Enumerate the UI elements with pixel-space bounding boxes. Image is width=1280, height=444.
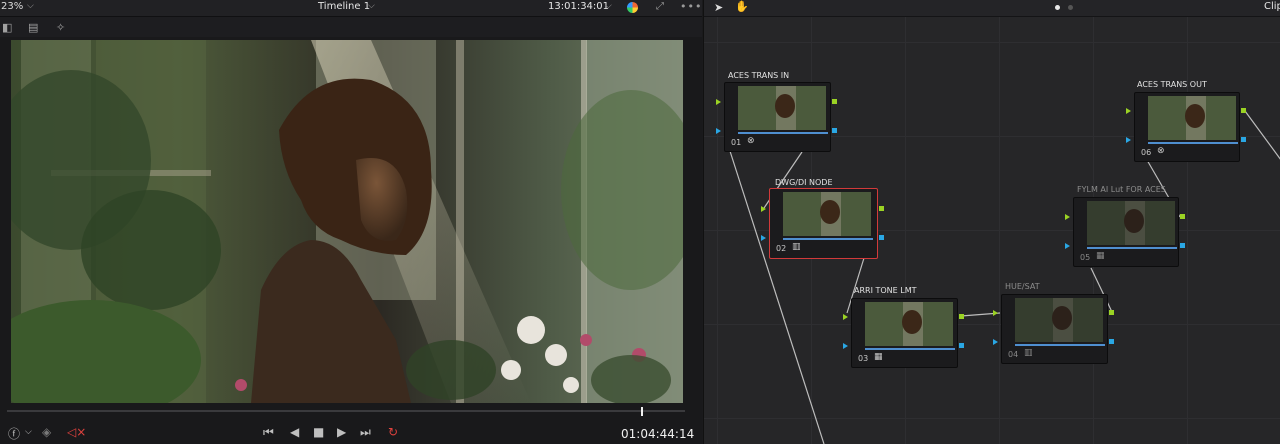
node-editor-panel[interactable]: ➤ ✋ Clip ACES TRANS IN 01 ⊗ DWG/DI NODE … bbox=[703, 0, 1280, 444]
aces-icon: ⊗ bbox=[747, 136, 755, 146]
alpha-input-port[interactable] bbox=[843, 343, 848, 349]
grid-view-icon[interactable]: ▤ bbox=[28, 21, 38, 34]
lut-icon: ▦ bbox=[874, 352, 883, 362]
rgb-input-port[interactable] bbox=[761, 206, 766, 212]
split-screen-icon[interactable]: ◧ bbox=[2, 21, 12, 34]
alpha-output-port[interactable] bbox=[1109, 339, 1114, 344]
alpha-output-port[interactable] bbox=[879, 235, 884, 240]
alpha-output-port[interactable] bbox=[832, 128, 837, 133]
rgb-output-port[interactable] bbox=[1241, 108, 1246, 113]
aces-icon: ⊗ bbox=[1157, 146, 1165, 156]
node-04[interactable]: 04 ▥ bbox=[1001, 294, 1108, 364]
alpha-input-port[interactable] bbox=[1065, 243, 1070, 249]
alpha-input-port[interactable] bbox=[761, 235, 766, 241]
node-03[interactable]: 03 ▦ bbox=[851, 298, 958, 368]
rgb-output-port[interactable] bbox=[832, 99, 837, 104]
mute-icon[interactable]: ◁× bbox=[67, 425, 86, 439]
alpha-output-port[interactable] bbox=[1180, 243, 1185, 248]
magic-wand-icon[interactable]: ✧ bbox=[56, 21, 65, 34]
play-icon[interactable]: ▶ bbox=[337, 425, 346, 439]
timeline-name-dropdown[interactable]: Timeline 1 bbox=[318, 1, 370, 12]
layers-icon[interactable]: ◈ bbox=[42, 425, 51, 439]
loop-icon[interactable]: ↻ bbox=[388, 425, 398, 439]
node-thumbnail bbox=[865, 302, 953, 346]
node-label: ARRI TONE LMT bbox=[854, 286, 917, 295]
node-number: 02 bbox=[776, 244, 787, 253]
source-timecode[interactable]: 13:01:34:01 bbox=[548, 1, 609, 12]
node-label: HUE/SAT bbox=[1005, 282, 1040, 291]
node-05[interactable]: 05 ▦ bbox=[1073, 197, 1179, 267]
node-number: 05 bbox=[1080, 253, 1091, 262]
playhead-timecode[interactable]: 01:04:44:14 bbox=[621, 427, 694, 441]
node-01[interactable]: 01 ⊗ bbox=[724, 82, 831, 152]
node-label: ACES TRANS OUT bbox=[1137, 80, 1207, 89]
viewer-toolbar: ◧ ▤ ✧ bbox=[0, 17, 702, 37]
transport-controls: ⓕ ⌵ ◈ ◁× ⏮ ◀ ■ ▶ ⏭ ↻ 01:04:44:14 bbox=[0, 422, 702, 444]
node-thumbnail bbox=[783, 192, 871, 236]
rgb-input-port[interactable] bbox=[1126, 108, 1131, 114]
chevron-down-icon[interactable]: ⌵ bbox=[25, 427, 32, 437]
link-06-to-output bbox=[1244, 110, 1280, 160]
node-thumbnail bbox=[738, 86, 826, 130]
node-label: FYLM AI Lut FOR ACES bbox=[1077, 185, 1166, 194]
color-wheel-icon[interactable] bbox=[627, 2, 638, 13]
node-number: 03 bbox=[858, 354, 869, 363]
node-06[interactable]: 06 ⊗ bbox=[1134, 92, 1240, 162]
rgb-input-port[interactable] bbox=[843, 314, 848, 320]
rgb-input-port[interactable] bbox=[993, 310, 998, 316]
jump-to-end-icon[interactable]: ⏭ bbox=[360, 425, 371, 440]
frame-image bbox=[11, 40, 683, 403]
stop-icon[interactable]: ■ bbox=[313, 425, 324, 439]
node-thumbnail bbox=[1087, 201, 1175, 245]
chevron-down-icon[interactable]: ⌵ bbox=[27, 1, 34, 11]
chevron-down-icon[interactable]: ⌵ bbox=[368, 1, 375, 11]
node-label: ACES TRANS IN bbox=[728, 71, 790, 80]
lut-icon: ▦ bbox=[1096, 251, 1105, 261]
viewer-image[interactable] bbox=[11, 40, 683, 403]
rgb-output-port[interactable] bbox=[959, 314, 964, 319]
rgb-output-port[interactable] bbox=[879, 206, 884, 211]
alpha-input-port[interactable] bbox=[716, 128, 721, 134]
node-number: 04 bbox=[1008, 350, 1019, 359]
playhead-marker[interactable] bbox=[640, 407, 643, 416]
rgb-output-port[interactable] bbox=[1109, 310, 1114, 315]
alpha-input-port[interactable] bbox=[1126, 137, 1131, 143]
chevron-down-icon[interactable]: ⌵ bbox=[605, 1, 612, 11]
expand-icon[interactable]: ⤢ bbox=[656, 1, 664, 12]
jump-to-start-icon[interactable]: ⏮ bbox=[263, 425, 274, 440]
alpha-output-port[interactable] bbox=[1241, 137, 1246, 142]
rgb-output-port[interactable] bbox=[1180, 214, 1185, 219]
viewer-panel: 23% ⌵ Timeline 1 ⌵ 13:01:34:01 ⌵ ⤢ ••• ◧… bbox=[0, 0, 702, 444]
viewer-header: 23% ⌵ Timeline 1 ⌵ 13:01:34:01 ⌵ ⤢ ••• bbox=[0, 0, 702, 17]
node-thumbnail bbox=[1015, 298, 1103, 342]
rgb-input-port[interactable] bbox=[716, 99, 721, 105]
alpha-output-port[interactable] bbox=[959, 343, 964, 348]
scope-icon: ▥ bbox=[792, 242, 801, 252]
node-thumbnail bbox=[1148, 96, 1236, 140]
node-label: DWG/DI NODE bbox=[775, 178, 833, 187]
node-02[interactable]: 02 ▥ bbox=[769, 188, 878, 259]
playback-scrubber[interactable] bbox=[7, 410, 685, 412]
more-options-icon[interactable]: ••• bbox=[680, 0, 702, 13]
step-back-icon[interactable]: ◀ bbox=[290, 425, 299, 439]
alpha-input-port[interactable] bbox=[993, 339, 998, 345]
scope-icon: ▥ bbox=[1024, 348, 1033, 358]
node-number: 01 bbox=[731, 138, 742, 147]
node-number: 06 bbox=[1141, 148, 1152, 157]
fx-icon[interactable]: ⓕ bbox=[8, 425, 20, 442]
rgb-input-port[interactable] bbox=[1065, 214, 1070, 220]
zoom-level-dropdown[interactable]: 23% bbox=[1, 1, 23, 12]
